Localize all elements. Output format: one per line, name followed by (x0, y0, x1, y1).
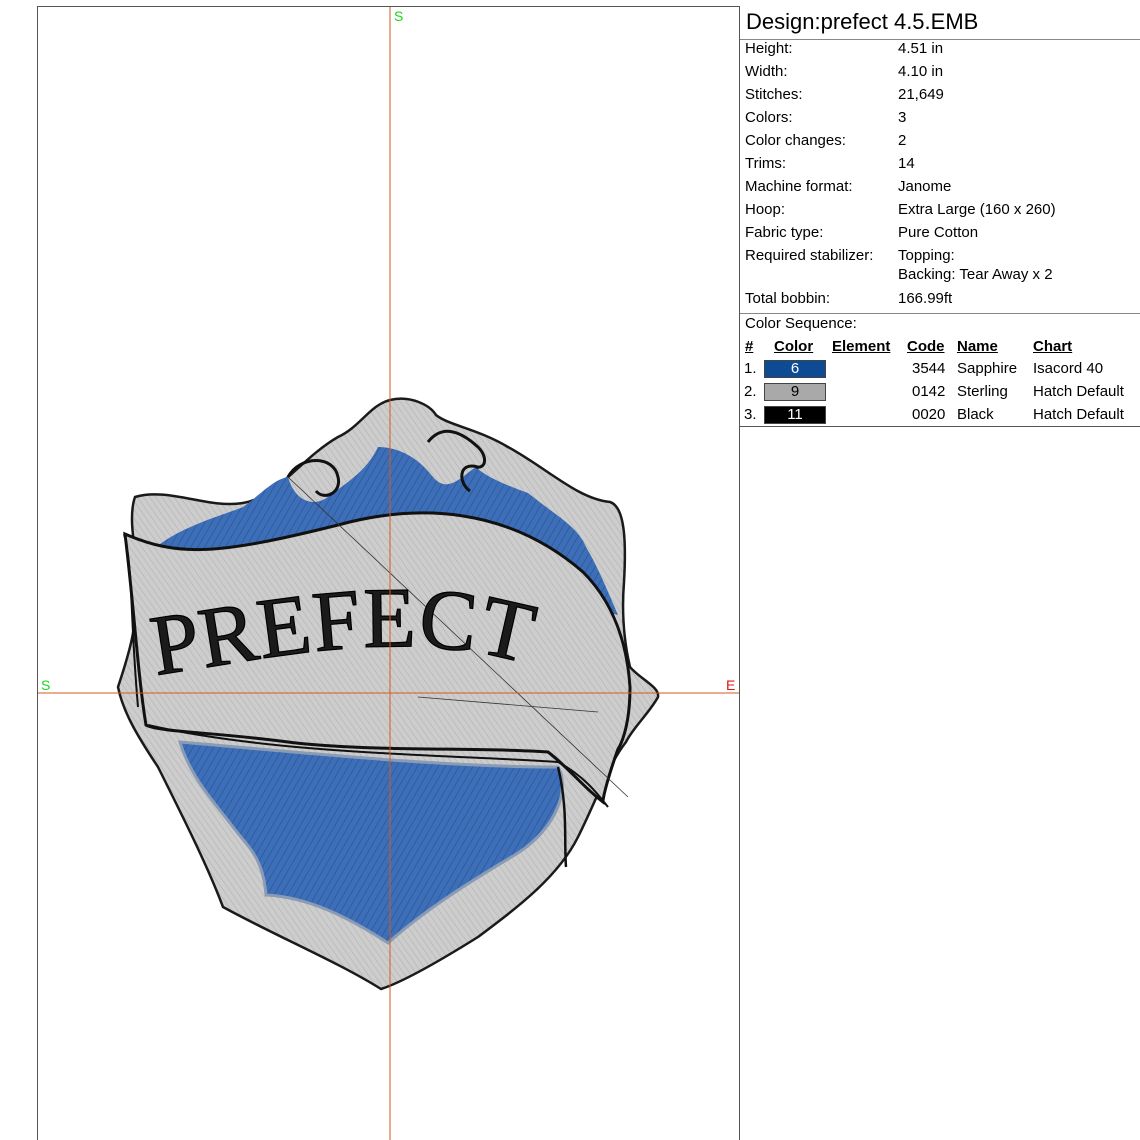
design-info-panel: Design:prefect 4.5.EMB Height: 4.51 in W… (740, 6, 1140, 427)
design-title: Design:prefect 4.5.EMB (746, 9, 979, 34)
col-header-chart: Chart (1033, 338, 1073, 355)
color-sequence-title: Color Sequence: (745, 315, 857, 332)
col-header-code: Code (907, 338, 945, 355)
col-header-name: Name (957, 338, 998, 355)
color-swatch: 11 (764, 406, 826, 424)
design-canvas[interactable]: PREFECT S S E (37, 6, 740, 1140)
col-header-element: Element (832, 338, 891, 355)
axis-label-top: S (394, 8, 404, 24)
axis-label-right: E (726, 677, 736, 693)
col-header-num: # (745, 338, 754, 355)
badge-preview: PREFECT (38, 7, 739, 1140)
color-swatch: 9 (764, 383, 826, 401)
color-swatch: 6 (764, 360, 826, 378)
axis-label-left: S (41, 677, 51, 693)
col-header-color: Color (774, 338, 814, 355)
divider (740, 313, 1140, 314)
